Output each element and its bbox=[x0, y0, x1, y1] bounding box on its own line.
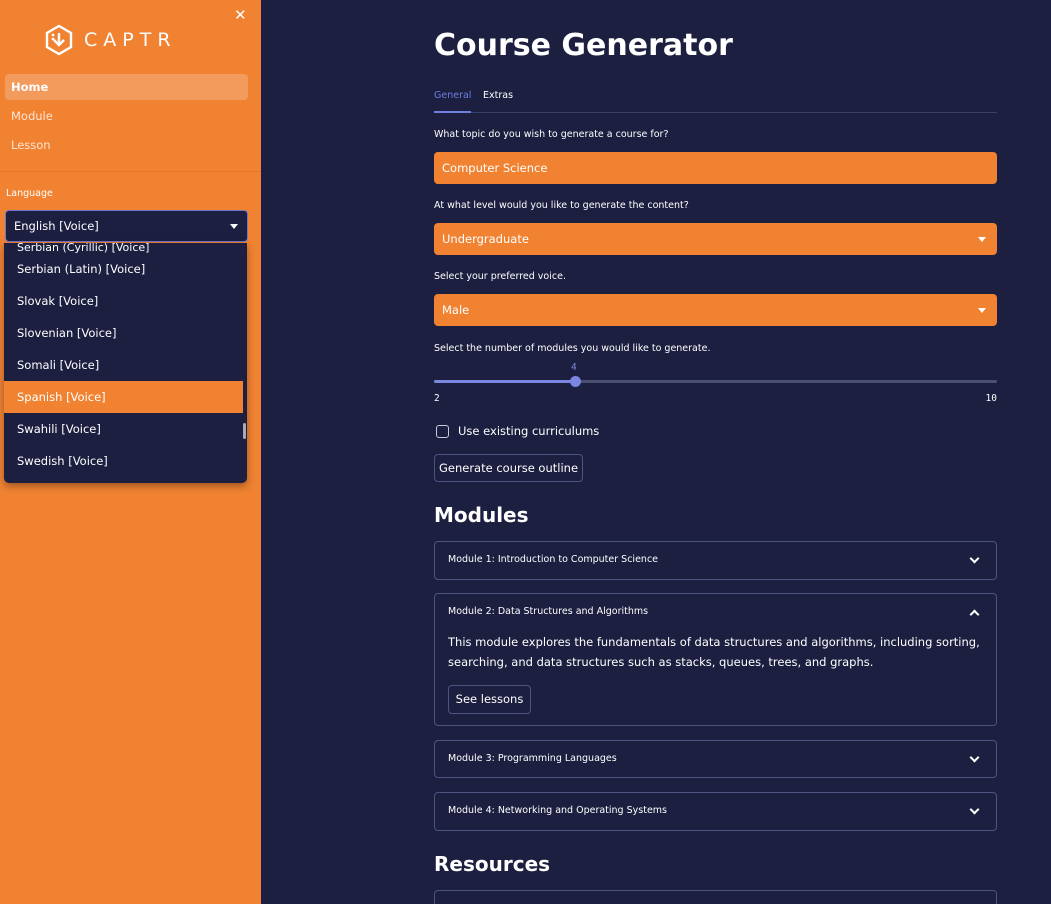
chevron-down-icon bbox=[969, 553, 980, 564]
nav-item-home[interactable]: Home bbox=[5, 74, 248, 100]
page-title: Course Generator bbox=[434, 28, 733, 63]
logo: CAPTR bbox=[44, 24, 177, 56]
dropdown-option[interactable]: Slovenian [Voice] bbox=[4, 317, 247, 349]
modules-slider[interactable] bbox=[434, 376, 997, 387]
modules-slider-label: Select the number of modules you would l… bbox=[434, 343, 711, 354]
dropdown-option-highlighted[interactable]: Spanish [Voice] bbox=[4, 381, 243, 413]
use-existing-checkbox[interactable] bbox=[436, 424, 449, 438]
voice-selected-value: Male bbox=[442, 303, 470, 317]
dropdown-option[interactable]: Serbian (Cyrillic) [Voice] bbox=[4, 243, 247, 253]
level-label: At what level would you like to generate… bbox=[434, 200, 689, 211]
use-existing-row[interactable]: Use existing curriculums bbox=[436, 424, 599, 438]
tab-bar: General Extras bbox=[434, 89, 997, 113]
resources-heading: Resources bbox=[434, 852, 551, 876]
tab-extras[interactable]: Extras bbox=[483, 89, 513, 113]
tab-general[interactable]: General bbox=[434, 89, 472, 113]
language-label: Language bbox=[6, 188, 53, 199]
dropdown-option[interactable]: Swahili [Voice] bbox=[4, 413, 247, 445]
module-title-text: Module 1: Introduction to Computer Scien… bbox=[448, 554, 659, 565]
sidebar-divider bbox=[0, 171, 261, 172]
chevron-up-icon bbox=[969, 609, 980, 620]
module-3-title[interactable]: Module 3: Programming Languages bbox=[435, 741, 996, 777]
module-title-text: Module 4: Networking and Operating Syste… bbox=[448, 805, 667, 816]
module-4-title[interactable]: Module 4: Networking and Operating Syste… bbox=[435, 793, 996, 829]
language-select[interactable]: English [Voice] bbox=[5, 210, 248, 242]
voice-label: Select your preferred voice. bbox=[434, 271, 566, 282]
modules-heading: Modules bbox=[434, 503, 529, 527]
caret-down-icon bbox=[230, 224, 238, 229]
module-1-expander[interactable]: Module 1: Introduction to Computer Scien… bbox=[434, 541, 997, 580]
dropdown-option[interactable]: Somali [Voice] bbox=[4, 349, 247, 381]
slider-max-label: 10 bbox=[985, 393, 997, 404]
module-2-description: This module explores the fundamentals of… bbox=[448, 635, 980, 669]
voice-select[interactable]: Male bbox=[434, 294, 997, 326]
dropdown-option[interactable]: Serbian (Latin) [Voice] bbox=[4, 253, 247, 285]
generate-outline-button[interactable]: Generate course outline bbox=[434, 454, 583, 482]
nav-item-lesson[interactable]: Lesson bbox=[5, 132, 248, 158]
sidebar: ✕ CAPTR Home Module Lesson Language Engl… bbox=[0, 0, 261, 904]
see-lessons-button[interactable]: See lessons bbox=[448, 685, 531, 714]
resources-container bbox=[434, 890, 997, 904]
nav-item-module[interactable]: Module bbox=[5, 103, 248, 129]
module-title-text: Module 3: Programming Languages bbox=[448, 753, 617, 764]
chevron-down-icon bbox=[969, 752, 980, 763]
slider-value: 4 bbox=[571, 362, 577, 373]
module-2-title[interactable]: Module 2: Data Structures and Algorithms bbox=[435, 594, 996, 630]
dropdown-scrollbar[interactable] bbox=[243, 423, 246, 439]
slider-min-label: 2 bbox=[434, 393, 440, 404]
module-1-title[interactable]: Module 1: Introduction to Computer Scien… bbox=[435, 542, 996, 578]
captr-logo-icon bbox=[45, 24, 73, 56]
caret-down-icon bbox=[978, 308, 986, 313]
caret-down-icon bbox=[978, 237, 986, 242]
slider-fill bbox=[434, 380, 575, 383]
use-existing-label: Use existing curriculums bbox=[458, 424, 600, 438]
slider-thumb[interactable] bbox=[569, 376, 581, 387]
module-title-text: Module 2: Data Structures and Algorithms bbox=[448, 606, 649, 617]
sidebar-nav: Home Module Lesson bbox=[5, 74, 248, 161]
close-sidebar-icon[interactable]: ✕ bbox=[234, 6, 247, 24]
module-2-expander[interactable]: Module 2: Data Structures and Algorithms… bbox=[434, 593, 997, 726]
module-3-expander[interactable]: Module 3: Programming Languages bbox=[434, 740, 997, 778]
module-4-expander[interactable]: Module 4: Networking and Operating Syste… bbox=[434, 792, 997, 831]
dropdown-option[interactable]: Swedish [Voice] bbox=[4, 445, 247, 477]
topic-label: What topic do you wish to generate a cou… bbox=[434, 129, 669, 140]
logo-text: CAPTR bbox=[84, 29, 177, 51]
level-selected-value: Undergraduate bbox=[442, 232, 529, 246]
language-dropdown-list[interactable]: Serbian (Cyrillic) [Voice] Serbian (Lati… bbox=[4, 243, 247, 483]
chevron-down-icon bbox=[969, 804, 980, 815]
dropdown-option[interactable]: Slovak [Voice] bbox=[4, 285, 247, 317]
topic-input[interactable]: Computer Science bbox=[434, 152, 997, 184]
language-selected-value: English [Voice] bbox=[14, 219, 99, 233]
level-select[interactable]: Undergraduate bbox=[434, 223, 997, 255]
